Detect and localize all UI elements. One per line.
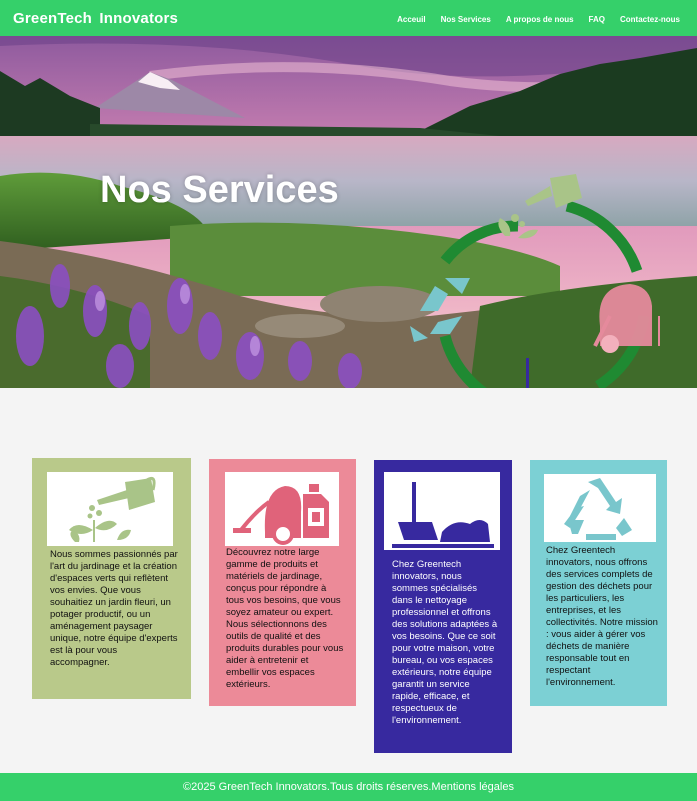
hero-banner: Nos Services	[0, 36, 697, 388]
card-image-box	[544, 474, 656, 542]
vacuum-cleaner-icon	[233, 484, 329, 545]
broom-icon	[392, 482, 494, 548]
vacuum-cleaner-icon	[593, 284, 660, 353]
footer-rights: Tous droits réserves.	[329, 781, 432, 793]
site-header: GreenTech Innovators Acceuil Nos Service…	[0, 0, 697, 36]
services-cycle-graphic	[410, 174, 660, 388]
brand-logo-text[interactable]: GreenTech Innovators	[13, 10, 178, 27]
nav-link-services[interactable]: Nos Services	[441, 15, 491, 24]
nav-link-contact[interactable]: Contactez-nous	[620, 15, 680, 24]
site-footer: ©2025 GreenTech Innovators. Tous droits r…	[0, 773, 697, 801]
nav-link-accueil[interactable]: Acceuil	[397, 15, 425, 24]
card-image-box	[384, 472, 500, 550]
recycle-icon	[410, 278, 470, 342]
service-card-cleaning: Chez Greentech innovators, nous sommes s…	[374, 460, 512, 753]
service-card-waste: Chez Greentech innovators, nous offrons …	[530, 460, 667, 706]
service-card-gardening: Nous sommes passionnés par l'art du jard…	[32, 458, 191, 699]
hero-title: Nos Services	[100, 169, 339, 211]
card-image-box	[47, 472, 173, 546]
footer-copyright: ©2025 GreenTech Innovators.	[183, 781, 330, 793]
service-card-equipment: Découvrez notre large gamme de produits …	[209, 459, 356, 706]
card-image-box	[225, 472, 339, 546]
nav-link-faq[interactable]: FAQ	[589, 15, 605, 24]
card-text: Découvrez notre large gamme de produits …	[226, 547, 344, 690]
footer-legal-link[interactable]: Mentions légales	[431, 781, 514, 793]
recycle-icon	[564, 478, 632, 540]
card-text: Nous sommes passionnés par l'art du jard…	[50, 549, 178, 668]
card-text: Chez Greentech innovators, nous sommes s…	[392, 559, 498, 726]
main-nav: Acceuil Nos Services A propos de nous FA…	[397, 15, 680, 24]
nav-link-about[interactable]: A propos de nous	[506, 15, 574, 24]
broom-icon	[526, 358, 529, 388]
card-text: Chez Greentech innovators, nous offrons …	[546, 545, 658, 688]
watering-can-icon	[69, 476, 156, 542]
